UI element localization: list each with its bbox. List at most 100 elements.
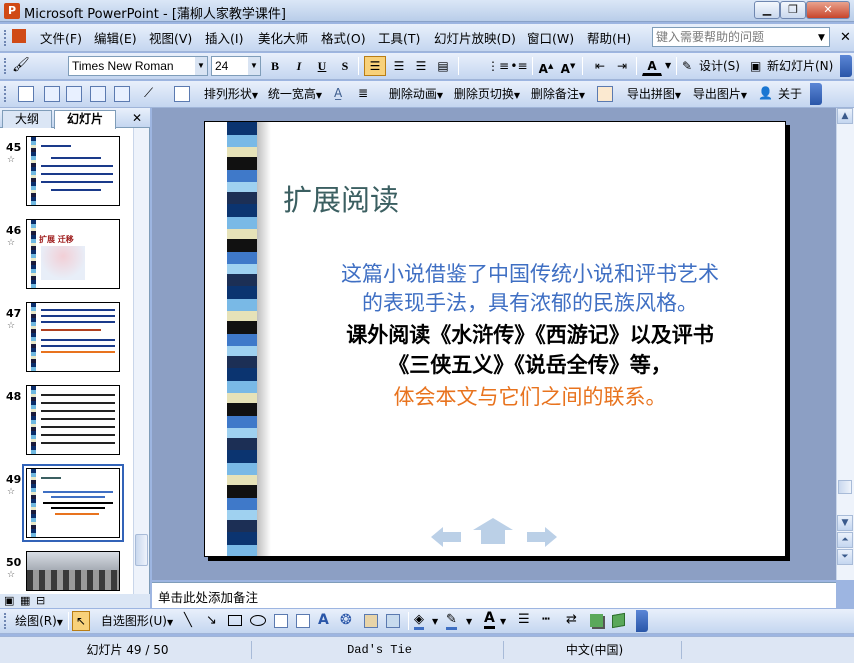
3d-style-icon[interactable] [612, 612, 625, 629]
slide-body-line-1[interactable]: 这篇小说借鉴了中国传统小说和评书艺术 [280, 259, 780, 289]
menu-format[interactable]: 格式(O) [321, 28, 366, 47]
slide-thumbnail-49[interactable] [22, 464, 124, 542]
toolbar-grip[interactable] [4, 58, 7, 74]
arrow-left-icon[interactable] [431, 527, 461, 547]
slideshow-view-icon[interactable]: ⊟ [36, 594, 45, 607]
thumbnail-scrollbar[interactable] [133, 128, 149, 596]
scroll-down-icon[interactable]: ▼ [837, 515, 853, 531]
arrow-style-icon[interactable]: ⇄ [566, 612, 577, 627]
align-left-icon[interactable]: ☰ [364, 56, 386, 76]
toolbar-options-chevron[interactable] [810, 83, 822, 105]
wand-icon[interactable]: ⟋ [144, 86, 153, 101]
export-collage-button[interactable]: 导出拼图▼ [622, 84, 686, 104]
insert-picture-icon[interactable] [386, 614, 400, 628]
slide-thumbnail-45[interactable] [26, 136, 120, 206]
slide-body-line-3[interactable]: 课外阅读《水浒传》《西游记》以及评书 [280, 320, 780, 350]
toolbar-grip[interactable] [4, 30, 7, 46]
uniform-size-button[interactable]: 统一宽高▼ [264, 84, 326, 104]
close-panel-icon[interactable]: ✕ [132, 111, 142, 125]
slide-title[interactable]: 扩展阅读 [283, 177, 399, 219]
restore-button[interactable]: ❐ [780, 1, 806, 19]
arrow-icon[interactable]: ↘ [206, 613, 217, 628]
chevron-down-icon[interactable]: ▼ [432, 617, 438, 626]
design-button[interactable]: 设计(S) [698, 56, 744, 76]
delete-animation-button[interactable]: 删除动画▼ [384, 84, 448, 104]
decrease-font-icon[interactable]: A▼ [558, 56, 578, 76]
chevron-down-icon[interactable]: ▼ [818, 33, 825, 43]
chevron-down-icon[interactable]: ▼ [500, 617, 506, 626]
increase-font-icon[interactable]: A▲ [536, 56, 556, 76]
select-pointer-icon[interactable]: ↖ [72, 611, 90, 631]
draw-menu-button[interactable]: 绘图(R)▼ [12, 611, 66, 631]
diagram-icon[interactable]: ❂ [340, 612, 352, 628]
increase-indent-icon[interactable]: ⇥ [612, 56, 632, 76]
delete-transition-button[interactable]: 删除页切换▼ [450, 84, 524, 104]
new-page-icon[interactable] [18, 86, 34, 102]
picture-icon[interactable] [44, 86, 60, 102]
image-icon[interactable] [66, 86, 82, 102]
font-color-button[interactable]: A [642, 56, 662, 76]
slide-body-line-2[interactable]: 的表现手法，具有浓郁的民族风格。 [280, 288, 780, 318]
notes-pane[interactable]: 单击此处添加备注 [152, 582, 836, 608]
powerpoint-app-icon[interactable]: P [4, 3, 20, 19]
normal-view-icon[interactable]: ▣ [4, 594, 14, 607]
help-search-input[interactable]: 键入需要帮助的问题 [652, 27, 830, 47]
close-button[interactable]: ✕ [806, 1, 850, 19]
scrollbar-thumb[interactable] [838, 480, 852, 494]
new-slide-button[interactable]: 新幻灯片(N) [766, 56, 836, 76]
decrease-indent-icon[interactable]: ⇤ [590, 56, 610, 76]
line-color-icon[interactable]: ✎ [446, 612, 457, 630]
menu-beautify[interactable]: 美化大师 [258, 28, 308, 47]
frame-icon[interactable] [114, 86, 130, 102]
menu-file[interactable]: 文件(F) [40, 28, 82, 47]
distribute-icon[interactable]: ▤ [432, 56, 454, 76]
chevron-down-icon[interactable]: ▼ [665, 61, 671, 70]
dash-style-icon[interactable]: ┅ [542, 612, 550, 627]
clipart-icon[interactable] [364, 614, 378, 628]
text-color-icon[interactable]: A [484, 610, 495, 629]
delete-notes-button[interactable]: 删除备注▼ [526, 84, 590, 104]
scroll-up-icon[interactable]: ▲ [837, 108, 853, 124]
textbox-icon[interactable] [274, 614, 288, 628]
vertical-textbox-icon[interactable] [296, 614, 310, 628]
menu-edit[interactable]: 编辑(E) [94, 28, 137, 47]
slide-body-line-4[interactable]: 《三侠五义》《说岳全传》等， [280, 350, 780, 380]
slide-thumbnail-48[interactable] [26, 385, 120, 455]
toolbar-options-chevron[interactable] [840, 55, 852, 77]
home-icon[interactable] [473, 518, 513, 544]
minimize-button[interactable]: ▁ [754, 1, 780, 19]
scrollbar-thumb[interactable] [135, 534, 148, 566]
previous-slide-icon[interactable]: ⏶ [837, 532, 853, 548]
bulleted-list-icon[interactable]: •≡ [508, 56, 530, 76]
slide-thumbnail-47[interactable] [26, 302, 120, 372]
format-painter-icon[interactable]: 🖌 [12, 57, 30, 73]
italic-button[interactable]: I [290, 56, 308, 76]
arrow-right-icon[interactable] [527, 527, 557, 547]
chevron-down-icon[interactable]: ▼ [248, 57, 260, 75]
slide-thumbnail-50[interactable] [26, 551, 120, 591]
slide-body-line-5[interactable]: 体会本文与它们之间的联系。 [280, 382, 780, 412]
menu-tools[interactable]: 工具(T) [378, 28, 420, 47]
font-select[interactable]: Times New Roman ▼ [68, 56, 208, 76]
text-format-icon[interactable]: A̲ [334, 86, 342, 100]
chevron-down-icon[interactable]: ▼ [466, 617, 472, 626]
autoshapes-button[interactable]: 自选图形(U)▼ [98, 611, 176, 631]
menu-window[interactable]: 窗口(W) [527, 28, 574, 47]
tab-slides[interactable]: 幻灯片 [54, 110, 116, 129]
export-icon[interactable] [597, 86, 613, 102]
shadow-style-icon[interactable] [590, 614, 603, 627]
underline-button[interactable]: U [313, 56, 331, 76]
fill-color-icon[interactable]: ◈ [414, 612, 424, 630]
oval-icon[interactable] [250, 615, 266, 626]
menu-view[interactable]: 视图(V) [149, 28, 192, 47]
sorter-view-icon[interactable]: ▦ [20, 594, 30, 607]
menu-slideshow[interactable]: 幻灯片放映(D) [434, 28, 516, 47]
wordart-icon[interactable]: A [318, 612, 329, 628]
slide-thumbnail-46[interactable]: 扩展 迁移 [26, 219, 120, 289]
bold-button[interactable]: B [266, 56, 284, 76]
toolbar-grip[interactable] [4, 86, 7, 102]
chevron-down-icon[interactable]: ▼ [195, 57, 207, 75]
toolbar-options-chevron[interactable] [636, 610, 648, 632]
close-document-icon[interactable]: ✕ [840, 30, 851, 45]
next-slide-icon[interactable]: ⏷ [837, 549, 853, 565]
